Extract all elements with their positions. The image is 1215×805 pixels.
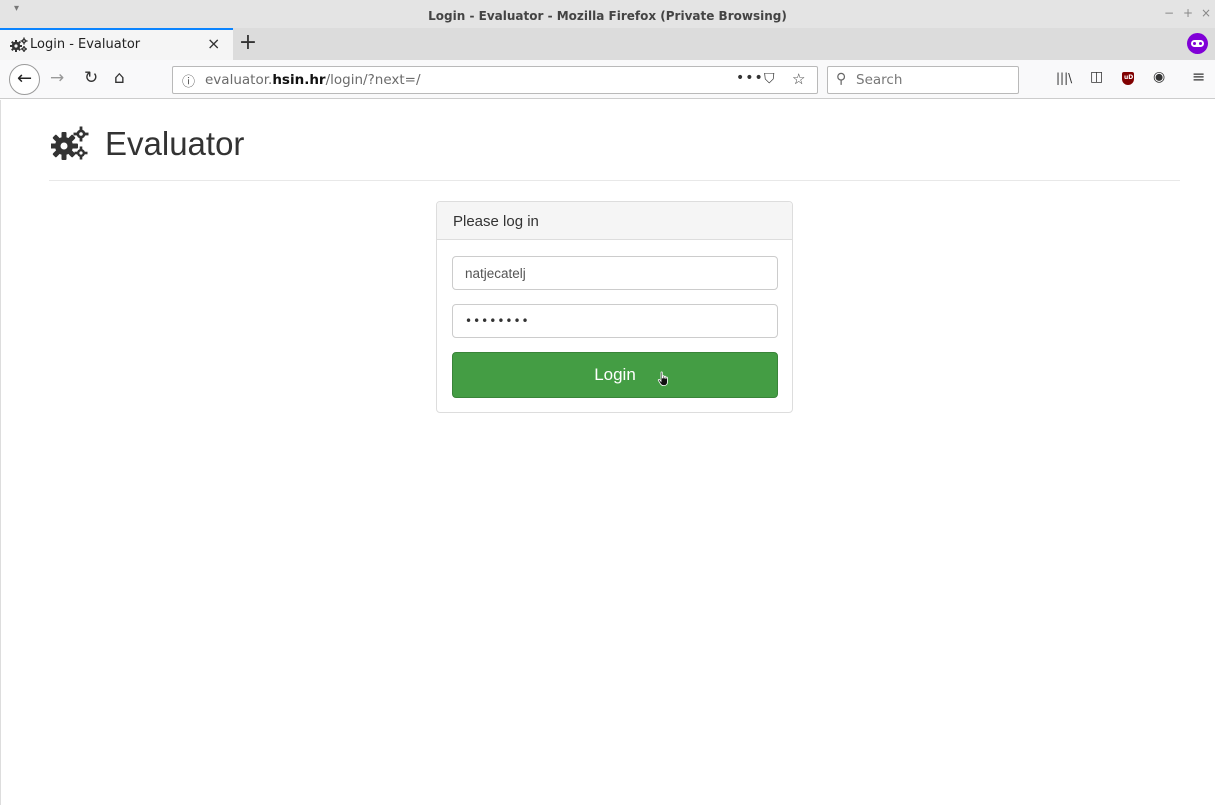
close-window-icon[interactable]: × [1201,6,1211,20]
minimize-icon[interactable]: − [1164,6,1174,20]
sidebar-icon[interactable]: ◫ [1090,69,1103,85]
search-bar[interactable]: ⚲ [827,66,1019,94]
login-panel-heading: Please log in [437,202,792,240]
tab-title: Login - Evaluator [30,37,141,52]
url-bar[interactable]: ⓘ evaluator.hsin.hr/login/?next=/ ••• ⛉ … [172,66,818,94]
tab-strip: Login - Evaluator × + [0,28,1215,60]
url-domain: hsin.hr [272,72,326,88]
brand-name: Evaluator [105,125,245,162]
new-tab-button[interactable]: + [237,30,259,55]
library-icon[interactable]: |||\ [1056,71,1072,85]
window-title: Login - Evaluator - Mozilla Firefox (Pri… [428,9,787,23]
close-tab-icon[interactable]: × [207,34,220,53]
maximize-icon[interactable]: + [1183,6,1193,20]
bookmark-star-icon[interactable]: ☆ [792,70,805,88]
login-panel-title: Please log in [453,213,539,230]
password-input[interactable] [452,304,778,338]
brand[interactable]: Evaluator [51,124,244,164]
search-input[interactable] [856,71,1006,89]
extension-icon[interactable]: ◉ [1153,69,1165,85]
url-text[interactable]: evaluator.hsin.hr/login/?next=/ [205,72,421,88]
url-path: /login/?next=/ [325,72,421,88]
page-content: Evaluator Please log in Login [0,100,1215,805]
reload-button[interactable]: ↻ [84,68,98,88]
gears-logo-icon [51,126,89,160]
login-button[interactable]: Login [452,352,778,398]
site-info-icon[interactable]: ⓘ [182,71,195,90]
tab-login-evaluator[interactable]: Login - Evaluator × [0,28,233,60]
username-input[interactable] [452,256,778,290]
hand-cursor-icon [657,371,668,386]
home-button[interactable]: ⌂ [114,68,125,88]
private-browsing-icon [1187,33,1208,54]
window-titlebar: ▾ Login - Evaluator - Mozilla Firefox (P… [0,0,1215,28]
ublock-icon[interactable]: uD [1122,72,1134,85]
pocket-icon[interactable]: ⛉ [764,71,775,87]
login-panel: Please log in Login [436,201,793,413]
header-divider [49,180,1180,181]
forward-button[interactable]: → [50,68,64,88]
navigation-toolbar: ← → ↻ ⌂ ⓘ evaluator.hsin.hr/login/?next=… [0,60,1215,99]
gears-favicon-icon [10,37,28,52]
menu-icon[interactable]: ≡ [1192,67,1205,86]
ublock-icon-label: uD [1124,74,1134,81]
page-actions-icon[interactable]: ••• [736,70,764,86]
url-prefix: evaluator. [205,72,273,88]
back-button[interactable]: ← [9,64,40,95]
search-icon: ⚲ [836,71,847,87]
